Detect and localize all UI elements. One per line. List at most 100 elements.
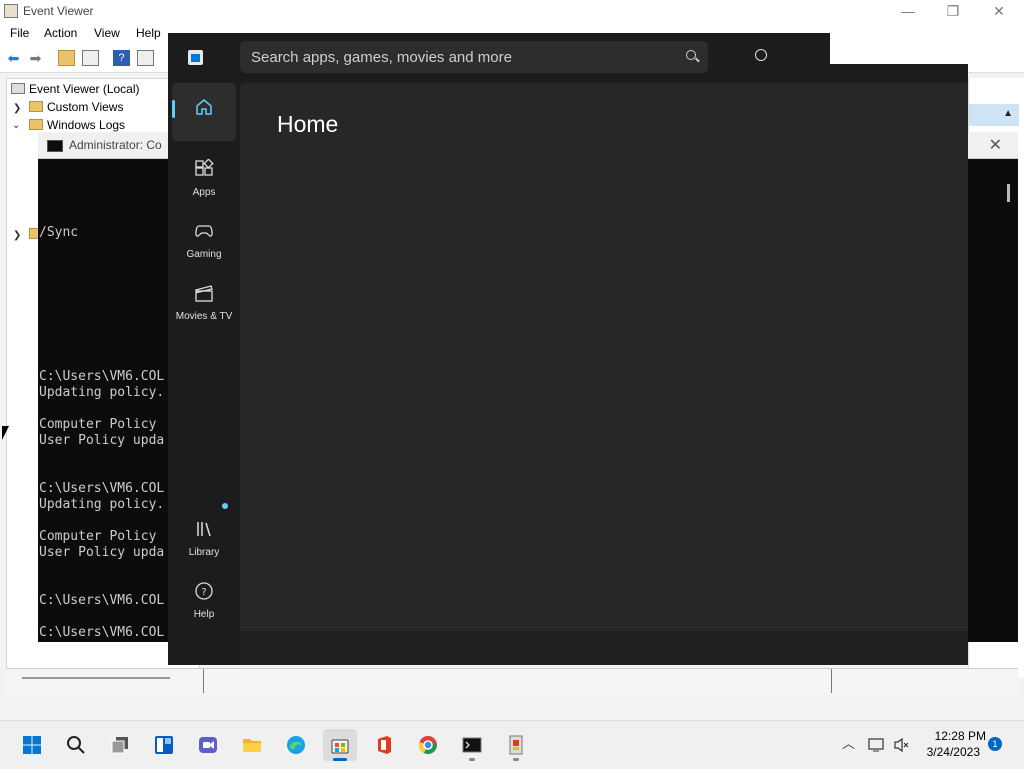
- taskbar-search-button[interactable]: [59, 729, 93, 761]
- active-indicator: [172, 100, 175, 118]
- restore-button[interactable]: ❐: [939, 2, 967, 20]
- nav-apps[interactable]: Apps: [172, 145, 236, 203]
- volume-muted-icon[interactable]: [893, 737, 911, 753]
- home-icon: [196, 99, 212, 115]
- store-header: Search apps, games, movies and more: [168, 33, 968, 83]
- notification-badge[interactable]: 1: [988, 737, 1002, 751]
- forward-icon[interactable]: ➡: [27, 50, 44, 66]
- search-input[interactable]: Search apps, games, movies and more: [240, 41, 708, 73]
- widgets-button[interactable]: [147, 729, 181, 761]
- store-taskbar-button[interactable]: [323, 729, 357, 761]
- chat-icon: [199, 737, 217, 753]
- svg-text:?: ?: [201, 587, 206, 598]
- up-folder-icon[interactable]: [58, 50, 75, 66]
- store-icon: [331, 739, 349, 754]
- terminal-button[interactable]: [455, 729, 489, 761]
- gaming-icon: [195, 225, 213, 237]
- menu-view[interactable]: View: [94, 26, 120, 40]
- help-icon[interactable]: ?: [113, 50, 130, 66]
- show-hidden-icons-chevron[interactable]: ︿: [842, 733, 855, 752]
- tree-custom-views[interactable]: Custom Views: [29, 100, 123, 114]
- store-content: Home: [240, 83, 968, 631]
- nav-movies-tv[interactable]: Movies & TV: [172, 269, 236, 327]
- folder-icon: [29, 119, 43, 130]
- cmd-title: Administrator: Co: [69, 138, 162, 152]
- apps-icon: [195, 159, 214, 176]
- cmd-line: C:\Users\VM6.COL: [39, 625, 165, 640]
- store-footer: [240, 631, 968, 665]
- event-viewer-node-icon: [11, 83, 25, 94]
- widgets-icon: [155, 736, 173, 754]
- cmd-scrollbar-thumb[interactable]: [1007, 184, 1010, 202]
- cmd-line: Updating policy.: [39, 385, 165, 400]
- chat-button[interactable]: [191, 729, 225, 761]
- divider: [203, 669, 204, 693]
- taskbar: ︿ 12:28 PM 3/24/2023 1: [0, 720, 1024, 769]
- store-logo-icon: [188, 50, 203, 65]
- file-explorer-icon: [243, 739, 261, 752]
- divider: [831, 669, 832, 693]
- horizontal-scrollbar[interactable]: [22, 677, 170, 679]
- search-icon: [67, 736, 85, 754]
- network-icon[interactable]: [868, 737, 886, 753]
- close-button[interactable]: ✕: [985, 2, 1013, 20]
- mouse-cursor: [2, 426, 9, 440]
- search-icon[interactable]: [686, 50, 696, 60]
- active-app-indicator: [333, 758, 347, 761]
- chevron-down-icon[interactable]: ⌄: [12, 120, 20, 131]
- menu-file[interactable]: File: [10, 26, 29, 40]
- terminal-icon: [462, 737, 482, 753]
- cmd-line: C:\Users\VM6.COL: [39, 481, 165, 496]
- edge-button[interactable]: [279, 729, 313, 761]
- nav-gaming-label: Gaming: [186, 249, 222, 260]
- chevron-right-icon[interactable]: ❯: [13, 103, 21, 114]
- event-viewer-icon: [509, 735, 523, 755]
- title-bar-overlay: [830, 33, 968, 64]
- store-nav: Apps Gaming Movies & TV Library ? Help: [168, 83, 240, 665]
- task-view-button[interactable]: [103, 729, 137, 761]
- menu-action[interactable]: Action: [44, 26, 77, 40]
- microsoft-store-window: Search apps, games, movies and more Apps: [168, 33, 968, 665]
- back-icon[interactable]: ⬅: [5, 50, 22, 66]
- tree-root-label: Event Viewer (Local): [29, 82, 140, 96]
- menu-help[interactable]: Help: [136, 26, 161, 40]
- nav-gaming[interactable]: Gaming: [172, 207, 236, 265]
- collapse-up-icon[interactable]: ▲: [1003, 108, 1013, 119]
- show-hide-action-pane-icon[interactable]: [137, 50, 154, 66]
- nav-apps-label: Apps: [192, 187, 216, 198]
- start-button[interactable]: [15, 729, 49, 761]
- event-viewer-taskbar-button[interactable]: [499, 729, 533, 761]
- nav-library[interactable]: Library: [172, 503, 236, 563]
- chrome-button[interactable]: [411, 729, 445, 761]
- clock-time[interactable]: 12:28 PM: [926, 729, 986, 743]
- cmd-line: C:\Users\VM6.COL: [39, 593, 165, 608]
- account-button[interactable]: [742, 42, 782, 72]
- movies-icon: [195, 285, 213, 302]
- tree-windows-logs[interactable]: Windows Logs: [29, 118, 125, 132]
- task-view-icon: [111, 737, 128, 754]
- chrome-icon: [419, 736, 437, 754]
- cmd-line: Computer Policy: [39, 417, 157, 432]
- event-viewer-app-icon: [4, 4, 18, 18]
- show-hide-tree-icon[interactable]: [82, 50, 99, 66]
- tree-windows-logs-label: Windows Logs: [47, 118, 126, 132]
- minimize-button[interactable]: —: [894, 2, 922, 20]
- cmd-line: Computer Policy: [39, 529, 157, 544]
- clock-date[interactable]: 3/24/2023: [920, 745, 980, 759]
- nav-movies-tv-label: Movies & TV: [175, 311, 233, 322]
- start-icon: [23, 736, 41, 754]
- nav-help[interactable]: ? Help: [172, 567, 236, 625]
- nav-home[interactable]: [172, 83, 236, 141]
- chevron-right-icon[interactable]: ❯: [13, 230, 21, 241]
- cmd-app-icon: [47, 140, 63, 152]
- event-viewer-title: Event Viewer: [23, 4, 94, 18]
- library-update-badge: [222, 503, 228, 509]
- file-explorer-button[interactable]: [235, 729, 269, 761]
- folder-icon: [29, 101, 43, 112]
- cmd-line: C:\Users\VM6.COL: [39, 369, 165, 384]
- cmd-line: Updating policy.: [39, 497, 165, 512]
- running-app-indicator: [513, 758, 519, 761]
- tree-root[interactable]: Event Viewer (Local): [11, 82, 140, 96]
- close-icon[interactable]: ✕: [989, 135, 1002, 155]
- office-button[interactable]: [367, 729, 401, 761]
